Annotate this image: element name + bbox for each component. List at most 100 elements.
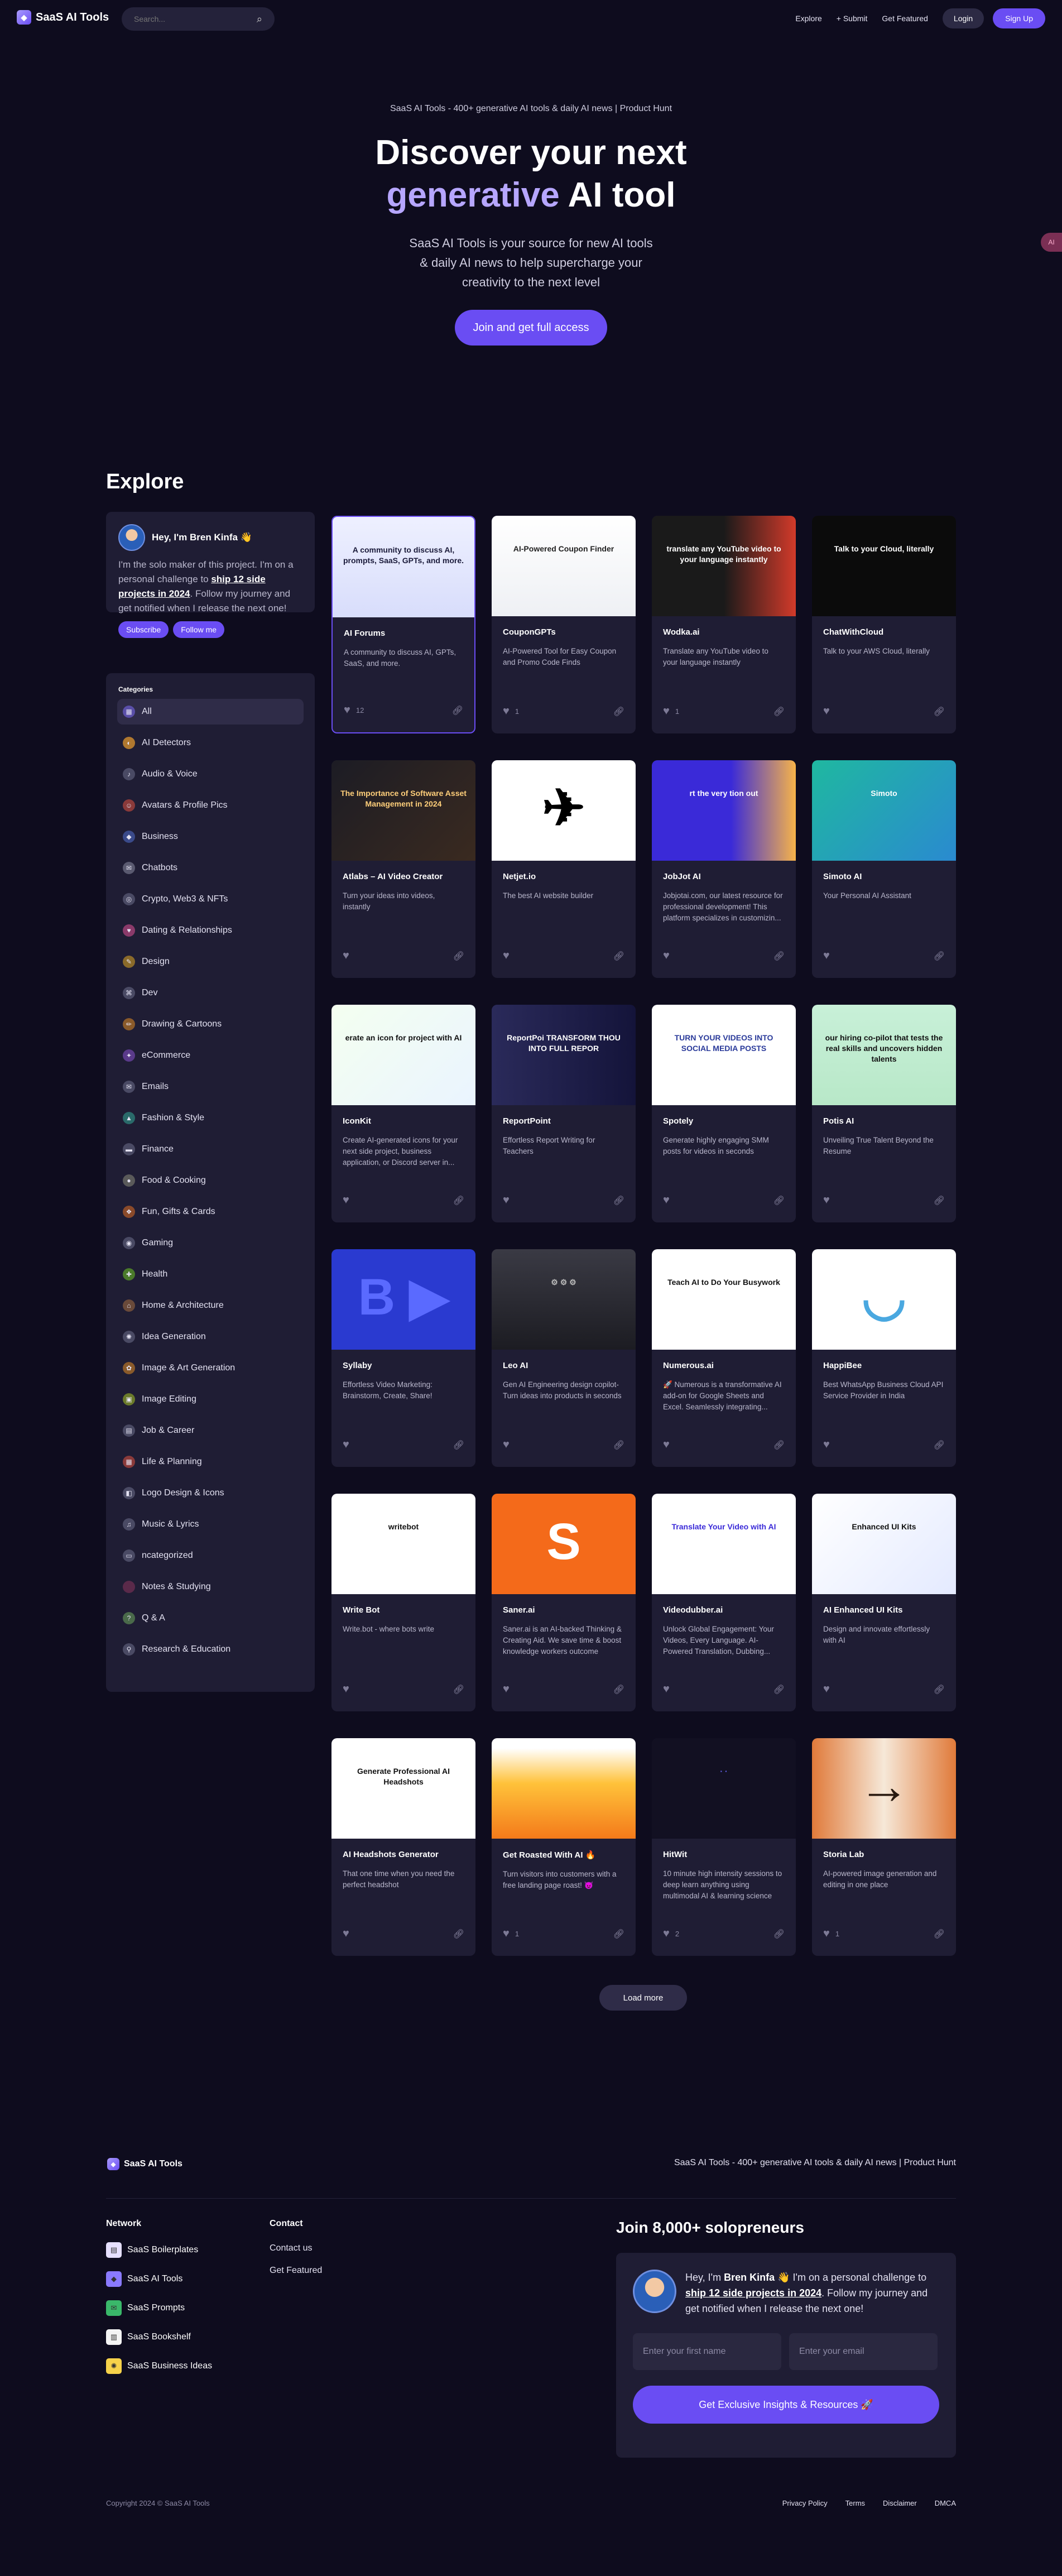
- like-button[interactable]: ♥ 2: [663, 1927, 679, 1940]
- load-more-button[interactable]: Load more: [599, 1985, 687, 2011]
- like-button[interactable]: ♥ 1: [823, 1927, 839, 1940]
- search-bar[interactable]: ⌕: [122, 7, 275, 31]
- like-button[interactable]: ♥: [823, 1683, 835, 1696]
- category-item[interactable]: ◧ Logo Design & Icons: [117, 1480, 304, 1506]
- category-item[interactable]: ▦ All: [117, 699, 304, 725]
- nav-get-featured-link[interactable]: Get Featured: [882, 14, 928, 23]
- category-item[interactable]: ♫ Music & Lyrics: [117, 1512, 304, 1537]
- external-link-icon[interactable]: 🔗︎: [613, 951, 624, 962]
- side-feedback-badge[interactable]: AI: [1041, 233, 1062, 252]
- newsletter-challenge-link[interactable]: ship 12 side projects in 2024: [685, 2287, 821, 2299]
- like-button[interactable]: ♥ 1: [663, 705, 679, 718]
- tool-card[interactable]: Generate Professional AI Headshots AI Hea…: [331, 1738, 475, 1956]
- category-item[interactable]: ✺ Idea Generation: [117, 1324, 304, 1350]
- tool-card[interactable]: Teach AI to Do Your Busywork Numerous.ai 🚀…: [652, 1249, 796, 1467]
- like-button[interactable]: ♥: [343, 1438, 355, 1451]
- like-button[interactable]: ♥: [823, 705, 835, 718]
- tool-card[interactable]: B ▶ Syllaby Effortless Video Marketing: Br…: [331, 1249, 475, 1467]
- category-item[interactable]: ✏ Drawing & Cartoons: [117, 1011, 304, 1037]
- tool-card[interactable]: writebot Write Bot Write.bot - where bots …: [331, 1494, 475, 1711]
- tool-card[interactable]: ◡ HappiBee Best WhatsApp Business Cloud AP…: [812, 1249, 956, 1467]
- category-item[interactable]: ✦ eCommerce: [117, 1043, 304, 1068]
- category-item[interactable]: ▭ ncategorized: [117, 1543, 304, 1568]
- category-item[interactable]: ◐ AI Detectors: [117, 730, 304, 756]
- tool-card[interactable]: Talk to your Cloud, literally ChatWithClo…: [812, 516, 956, 733]
- newsletter-submit-button[interactable]: Get Exclusive Insights & Resources 🚀: [633, 2386, 939, 2424]
- category-item[interactable]: ✎ Design: [117, 949, 304, 975]
- tool-card[interactable]: rt the very tion out JobJot AI Jobjotai.co…: [652, 760, 796, 978]
- network-link[interactable]: ▥ SaaS Bookshelf: [106, 2329, 212, 2345]
- category-item[interactable]: ♪ Audio & Voice: [117, 761, 304, 787]
- like-button[interactable]: ♥: [503, 1683, 515, 1696]
- category-item[interactable]: ◉ Gaming: [117, 1230, 304, 1256]
- like-button[interactable]: ♥: [823, 1194, 835, 1207]
- category-item[interactable]: ⌘ Dev: [117, 980, 304, 1006]
- category-item[interactable]: ✉ Chatbots: [117, 855, 304, 881]
- search-input[interactable]: [134, 15, 240, 23]
- like-button[interactable]: ♥ 1: [503, 1927, 519, 1940]
- external-link-icon[interactable]: 🔗︎: [934, 1684, 945, 1695]
- like-button[interactable]: ♥ 1: [503, 705, 519, 718]
- like-button[interactable]: ♥: [343, 1927, 355, 1940]
- like-button[interactable]: ♥: [503, 1194, 515, 1207]
- category-item[interactable]: ◆ Business: [117, 824, 304, 850]
- network-link[interactable]: ✉ SaaS Prompts: [106, 2300, 212, 2316]
- follow-button[interactable]: Follow me: [173, 621, 225, 638]
- tool-card[interactable]: ReportPoi TRANSFORM THOU INTO FULL REPOR…: [492, 1005, 636, 1222]
- external-link-icon[interactable]: 🔗︎: [613, 1684, 624, 1695]
- external-link-icon[interactable]: 🔗︎: [934, 951, 945, 962]
- like-button[interactable]: ♥: [663, 1683, 675, 1696]
- login-button[interactable]: Login: [942, 8, 984, 28]
- footer-brand[interactable]: ◆ SaaS AI Tools: [107, 2158, 182, 2170]
- external-link-icon[interactable]: 🔗︎: [453, 1929, 464, 1940]
- tool-card[interactable]: erate an icon for project with AI IconKit…: [331, 1005, 475, 1222]
- nav-explore-link[interactable]: Explore: [795, 14, 821, 23]
- external-link-icon[interactable]: 🔗︎: [613, 1929, 624, 1940]
- join-cta-button[interactable]: Join and get full access: [455, 310, 607, 346]
- like-button[interactable]: ♥: [343, 1194, 355, 1207]
- category-item[interactable]: Notes & Studying: [117, 1574, 304, 1600]
- network-link[interactable]: ▤ SaaS Boilerplates: [106, 2242, 212, 2258]
- disclaimer-link[interactable]: Disclaimer: [883, 2499, 917, 2507]
- contact-us-link[interactable]: Contact us: [270, 2243, 322, 2253]
- external-link-icon[interactable]: 🔗︎: [453, 951, 464, 962]
- external-link-icon[interactable]: 🔗︎: [934, 706, 945, 717]
- like-button[interactable]: ♥: [663, 1194, 675, 1207]
- category-item[interactable]: ? Q & A: [117, 1605, 304, 1631]
- external-link-icon[interactable]: 🔗︎: [773, 1684, 785, 1695]
- tool-card[interactable]: · · HitWit 10 minute high intensity sessio…: [652, 1738, 796, 1956]
- external-link-icon[interactable]: 🔗︎: [613, 1195, 624, 1206]
- like-button[interactable]: ♥: [343, 949, 355, 962]
- brand-logo[interactable]: ◆ SaaS AI Tools: [17, 10, 109, 25]
- tool-card[interactable]: Translate Your Video with AI Videodubber.…: [652, 1494, 796, 1711]
- tool-card[interactable]: → Storia Lab AI-powered image generation a…: [812, 1738, 956, 1956]
- category-item[interactable]: ▤ Job & Career: [117, 1418, 304, 1443]
- tool-card[interactable]: AI-Powered Coupon Finder CouponGPTs AI-Pow…: [492, 516, 636, 733]
- get-featured-link[interactable]: Get Featured: [270, 2266, 322, 2276]
- like-button[interactable]: ♥: [503, 949, 515, 962]
- like-button[interactable]: ♥: [823, 949, 835, 962]
- external-link-icon[interactable]: 🔗︎: [613, 1440, 624, 1451]
- terms-link[interactable]: Terms: [845, 2499, 865, 2507]
- network-link[interactable]: ✺ SaaS Business Ideas: [106, 2358, 212, 2374]
- external-link-icon[interactable]: 🔗︎: [453, 1195, 464, 1206]
- category-item[interactable]: ▦ Life & Planning: [117, 1449, 304, 1475]
- tool-card[interactable]: translate any YouTube video to your lang…: [652, 516, 796, 733]
- external-link-icon[interactable]: 🔗︎: [613, 706, 624, 717]
- category-item[interactable]: ▲ Fashion & Style: [117, 1105, 304, 1131]
- external-link-icon[interactable]: 🔗︎: [773, 706, 785, 717]
- first-name-field[interactable]: [633, 2333, 781, 2370]
- external-link-icon[interactable]: 🔗︎: [934, 1195, 945, 1206]
- category-item[interactable]: ▬ Finance: [117, 1136, 304, 1162]
- like-button[interactable]: ♥: [823, 1438, 835, 1451]
- category-item[interactable]: ✚ Health: [117, 1261, 304, 1287]
- category-item[interactable]: ⌂ Home & Architecture: [117, 1293, 304, 1318]
- external-link-icon[interactable]: 🔗︎: [934, 1929, 945, 1940]
- tool-card[interactable]: A community to discuss AI, prompts, SaaS…: [331, 516, 475, 733]
- tool-card[interactable]: Enhanced UI Kits AI Enhanced UI Kits Desig…: [812, 1494, 956, 1711]
- external-link-icon[interactable]: 🔗︎: [453, 1684, 464, 1695]
- tool-card[interactable]: TURN YOUR VIDEOS INTO SOCIAL MEDIA POSTS…: [652, 1005, 796, 1222]
- category-item[interactable]: ⚲ Research & Education: [117, 1637, 304, 1662]
- subscribe-button[interactable]: Subscribe: [118, 621, 169, 638]
- external-link-icon[interactable]: 🔗︎: [453, 1440, 464, 1451]
